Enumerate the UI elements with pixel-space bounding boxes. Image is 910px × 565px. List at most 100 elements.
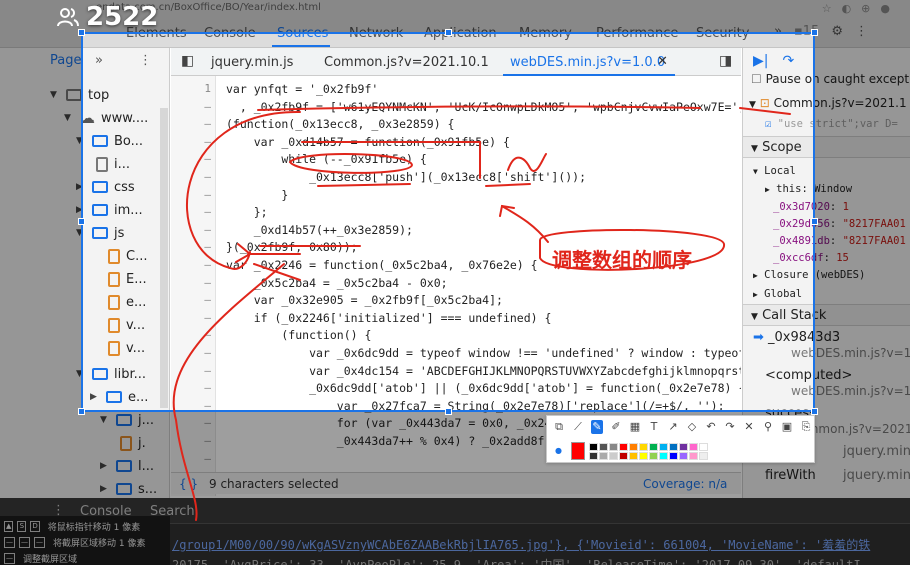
navigator-tab-page[interactable]: Page	[50, 53, 81, 68]
tree-item-file[interactable]: j.	[120, 432, 146, 454]
tab-console[interactable]: Console	[204, 26, 256, 41]
scope-section-header[interactable]: ▼ Scope	[743, 136, 910, 158]
line-number[interactable]: –	[171, 205, 211, 218]
checkbox-checked-icon[interactable]: ☑	[765, 118, 771, 130]
tab-security[interactable]: Security	[696, 26, 749, 41]
tree-item-file[interactable]: E...	[108, 268, 147, 290]
highlighter-icon[interactable]: ✐	[610, 420, 622, 434]
code-line[interactable]: _0x6dc9dd['atob'] || (_0x6dc9dd['atob'] …	[226, 381, 741, 395]
color-swatch[interactable]	[649, 443, 658, 451]
color-swatch[interactable]	[599, 443, 608, 451]
editor-tab-jquery[interactable]: jquery.min.js	[211, 55, 293, 70]
tree-item-folder[interactable]: ▶ l...	[100, 455, 154, 477]
toggle-navigator-icon[interactable]: ◧	[181, 53, 194, 69]
call-stack-header[interactable]: ▼ Call Stack	[743, 304, 910, 326]
tree-item-file[interactable]: C...	[108, 245, 147, 267]
color-swatch[interactable]	[649, 452, 658, 460]
color-swatch[interactable]	[589, 443, 598, 451]
code-line[interactable]: _0x13ecc8['push'](_0x13ecc8['shift']());	[226, 170, 586, 184]
line-number[interactable]: –	[171, 152, 211, 165]
line-number[interactable]: –	[171, 328, 211, 341]
code-line[interactable]: for (var _0x443da7 = 0x0, _0x245	[226, 416, 559, 430]
line-number[interactable]: –	[171, 311, 211, 324]
extension-icon[interactable]: ◐	[842, 2, 852, 15]
navigator-scrollbar[interactable]	[160, 108, 168, 408]
code-line[interactable]: }	[226, 188, 288, 202]
kebab-menu-icon[interactable]: ⋮	[855, 24, 868, 39]
line-number[interactable]: –	[171, 170, 211, 183]
code-line[interactable]: var _0x2246 = function(_0x5c2ba4, _0x76e…	[226, 258, 538, 272]
code-line[interactable]: var _0x4dc154 = 'ABCDEFGHIJKLMNOPQRSTUVW…	[226, 364, 741, 378]
crop-icon[interactable]: ⧉	[553, 420, 565, 434]
color-swatch[interactable]	[669, 443, 678, 451]
tree-item-file[interactable]: v...	[108, 314, 145, 336]
line-number[interactable]: –	[171, 223, 211, 236]
console-image-link[interactable]: /group1/M00/00/90/wKgASVznyWCAbE6ZAABekR…	[172, 538, 870, 552]
copy-icon[interactable]: ⎘	[800, 420, 812, 434]
close-icon[interactable]: ✕	[743, 420, 755, 434]
editor-tab-common[interactable]: Common.js?v=2021.10.1	[324, 55, 489, 70]
tab-application[interactable]: Application	[424, 26, 497, 41]
line-number[interactable]: –	[171, 452, 211, 465]
line-number[interactable]: –	[171, 188, 211, 201]
line-tool-icon[interactable]: ⟋	[572, 420, 584, 434]
color-swatch[interactable]	[679, 452, 688, 460]
color-swatch[interactable]	[679, 443, 688, 451]
code-line[interactable]: var _0xd14b57 = function(_0x91fb5e) {	[226, 135, 510, 149]
toggle-debugger-icon[interactable]: ◨	[719, 53, 732, 69]
code-line[interactable]: if (_0x2246['initialized'] === undefined…	[226, 311, 552, 325]
pretty-print-icon[interactable]: { }	[179, 477, 198, 491]
closure-row[interactable]: ▶ Closure (webDES)	[753, 269, 865, 281]
tree-item-folder[interactable]: ▶ e...	[90, 386, 148, 408]
color-swatch[interactable]	[689, 443, 698, 451]
color-swatch[interactable]	[609, 452, 618, 460]
tab-network[interactable]: Network	[349, 26, 403, 41]
mosaic-icon[interactable]: ▦	[629, 420, 641, 434]
code-line[interactable]: var _0x32e905 = _0x2fb9f[_0x5c2ba4];	[226, 293, 503, 307]
current-color-swatch[interactable]	[571, 442, 585, 460]
line-number[interactable]: –	[171, 434, 211, 447]
color-swatch[interactable]	[629, 452, 638, 460]
undo-icon[interactable]: ↶	[705, 420, 717, 434]
tab-memory[interactable]: Memory	[519, 26, 572, 41]
line-number[interactable]: –	[171, 100, 211, 113]
tree-item-folder[interactable]: ▼ j...	[100, 409, 154, 431]
local-variable-row[interactable]: _0x29d656: "8217FAA01	[773, 218, 906, 230]
frame-location[interactable]: webDES.min.js?v=1.	[791, 346, 910, 360]
more-icon[interactable]: »	[95, 53, 103, 68]
local-variable-row[interactable]: _0x3d7020: 1	[773, 201, 849, 213]
eraser-icon[interactable]: ◇	[686, 420, 698, 434]
checkbox-icon[interactable]: ☐	[751, 72, 762, 86]
line-number[interactable]: 1	[171, 82, 211, 95]
this-row[interactable]: ▶ this: Window	[765, 183, 852, 195]
menu-icon[interactable]: ⋮	[139, 53, 152, 68]
text-tool-icon[interactable]: T	[648, 420, 660, 434]
line-number[interactable]: –	[171, 381, 211, 394]
tree-item-file[interactable]: v...	[108, 337, 145, 359]
tree-item-folder[interactable]: ▶ css	[76, 176, 135, 198]
code-line[interactable]: _0x443da7++ % 0x4) ? _0x2add8f +=	[226, 434, 566, 448]
line-number[interactable]: –	[171, 240, 211, 253]
code-line[interactable]: _0xd14b57(++_0x3e2859);	[226, 223, 413, 237]
color-swatch[interactable]	[689, 452, 698, 460]
color-swatch[interactable]	[699, 443, 708, 451]
color-swatch[interactable]	[599, 452, 608, 460]
color-swatch[interactable]	[619, 443, 628, 451]
star-icon[interactable]: ☆	[822, 2, 832, 15]
pause-caught-checkbox-row[interactable]: ☐ Pause on caught excepti	[751, 72, 910, 86]
tree-item-top[interactable]: ▼ top	[50, 84, 109, 106]
local-variable-row[interactable]: _0xcc6df: 15	[773, 252, 849, 264]
tree-item-folder[interactable]: ▼ js	[76, 222, 124, 244]
close-tab-icon[interactable]: ✕	[657, 54, 668, 69]
editor-tab-webdes[interactable]: webDES.min.js?v=1.0.0	[510, 55, 665, 70]
color-swatch[interactable]	[639, 443, 648, 451]
tab-performance[interactable]: Performance	[596, 26, 678, 41]
stack-frame[interactable]: fireWith jquery.min.	[765, 468, 910, 483]
line-number[interactable]: –	[171, 399, 211, 412]
breakpoint-code-row[interactable]: ☑ "use strict";var D=	[765, 118, 898, 130]
code-line[interactable]: };	[226, 205, 268, 219]
code-line[interactable]: var ynfqt = '_0x2fb9f'	[226, 82, 378, 96]
code-line[interactable]: (function(_0x13ecc8, _0x3e2859) {	[226, 117, 454, 131]
tree-item-folder[interactable]: ▼ libr...	[76, 363, 146, 385]
resume-icon[interactable]: ▶|	[753, 53, 768, 69]
